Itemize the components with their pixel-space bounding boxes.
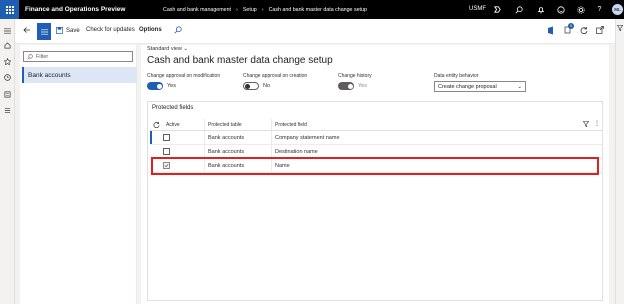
save-icon bbox=[56, 27, 63, 34]
section-title[interactable]: Protected fields bbox=[152, 105, 193, 111]
filter-input[interactable]: Filter bbox=[23, 51, 133, 62]
filter-icon[interactable] bbox=[582, 121, 590, 129]
page-title: Cash and bank master data change setup bbox=[147, 55, 333, 66]
column-header-protected-field[interactable]: Protected field bbox=[275, 122, 307, 128]
home-icon[interactable] bbox=[2, 40, 13, 51]
top-navigation-bar: Finance and Operations Preview Cash and … bbox=[0, 0, 624, 19]
clock-icon[interactable] bbox=[2, 72, 13, 83]
search-icon[interactable] bbox=[174, 26, 182, 34]
table-row[interactable]: Bank accounts Company statement name bbox=[150, 131, 602, 145]
refresh-icon[interactable] bbox=[153, 121, 160, 130]
company-picker[interactable]: USMF bbox=[469, 6, 486, 12]
grid-header: Active Protected table Protected field ⋮ bbox=[150, 119, 602, 131]
modules-icon[interactable] bbox=[2, 105, 13, 116]
open-new-window-icon[interactable] bbox=[596, 26, 604, 34]
chevron-right-icon: › bbox=[261, 6, 264, 13]
refresh-icon[interactable] bbox=[580, 26, 588, 34]
back-arrow-icon[interactable] bbox=[23, 26, 31, 34]
attachments-badge: 0 bbox=[568, 23, 574, 29]
data-entity-behavior-select[interactable]: Create change proposal ⌄ bbox=[434, 81, 526, 92]
field-change-history: Change history Yes bbox=[338, 73, 372, 90]
attachments-icon[interactable]: 0 bbox=[564, 23, 574, 34]
breadcrumb-item-page[interactable]: Cash and bank master data change setup bbox=[269, 7, 367, 13]
breadcrumb-item-cash-bank[interactable]: Cash and bank management bbox=[163, 7, 231, 13]
field-approval-on-creation: Change approval on creation No bbox=[243, 73, 308, 90]
bell-icon[interactable] bbox=[535, 4, 546, 15]
hamburger-icon[interactable] bbox=[2, 25, 13, 36]
approval-on-creation-toggle[interactable] bbox=[243, 82, 259, 90]
star-icon[interactable] bbox=[2, 56, 13, 67]
right-rail bbox=[615, 19, 624, 304]
active-checkbox[interactable] bbox=[163, 148, 170, 155]
smiley-icon[interactable] bbox=[555, 4, 566, 15]
list-item-bank-accounts[interactable]: Bank accounts bbox=[22, 67, 137, 83]
search-icon[interactable] bbox=[513, 4, 524, 15]
field-approval-on-modification: Change approval on modification Yes bbox=[147, 73, 221, 90]
approval-on-modification-toggle[interactable] bbox=[147, 82, 163, 90]
search-icon bbox=[27, 53, 33, 60]
filter-icon[interactable] bbox=[616, 25, 624, 33]
list-panel: Filter Bank accounts bbox=[20, 45, 137, 304]
copilot-icon[interactable] bbox=[492, 4, 503, 15]
action-pane: Save Check for updates Options 0 bbox=[15, 19, 615, 44]
column-header-protected-table[interactable]: Protected table bbox=[208, 122, 242, 128]
save-label: Save bbox=[66, 27, 80, 34]
protected-fields-section: Protected fields Active Protected table … bbox=[147, 101, 603, 301]
options-button[interactable]: Options bbox=[139, 27, 162, 33]
office-icon[interactable] bbox=[547, 26, 555, 35]
breadcrumb: Cash and bank management › Setup › Cash … bbox=[163, 7, 367, 13]
workspaces-icon[interactable] bbox=[2, 89, 13, 100]
view-selector[interactable]: Standard view ⌄ bbox=[147, 46, 188, 52]
save-button[interactable]: Save bbox=[56, 27, 80, 34]
breadcrumb-item-setup[interactable]: Setup bbox=[243, 7, 257, 13]
change-history-toggle[interactable] bbox=[338, 82, 354, 90]
highlight-box bbox=[151, 157, 599, 175]
app-title[interactable]: Finance and Operations Preview bbox=[25, 6, 143, 13]
navigation-rail bbox=[0, 19, 15, 304]
avatar[interactable]: ML bbox=[612, 4, 623, 15]
more-options-icon[interactable]: ⋮ bbox=[594, 120, 600, 127]
field-data-entity-behavior: Data entity behavior Create change propo… bbox=[434, 73, 526, 92]
help-icon[interactable]: ? bbox=[594, 4, 605, 15]
chevron-down-icon: ⌄ bbox=[183, 46, 188, 52]
menu-icon[interactable] bbox=[37, 23, 51, 40]
active-checkbox[interactable] bbox=[163, 134, 170, 141]
chevron-down-icon: ⌄ bbox=[517, 83, 522, 90]
filter-placeholder: Filter bbox=[36, 53, 49, 60]
column-header-active[interactable]: Active bbox=[166, 122, 180, 128]
chevron-right-icon: › bbox=[236, 6, 238, 13]
waffle-icon[interactable] bbox=[0, 0, 19, 19]
gear-icon[interactable] bbox=[575, 4, 586, 15]
check-for-updates-button[interactable]: Check for updates bbox=[86, 27, 135, 33]
